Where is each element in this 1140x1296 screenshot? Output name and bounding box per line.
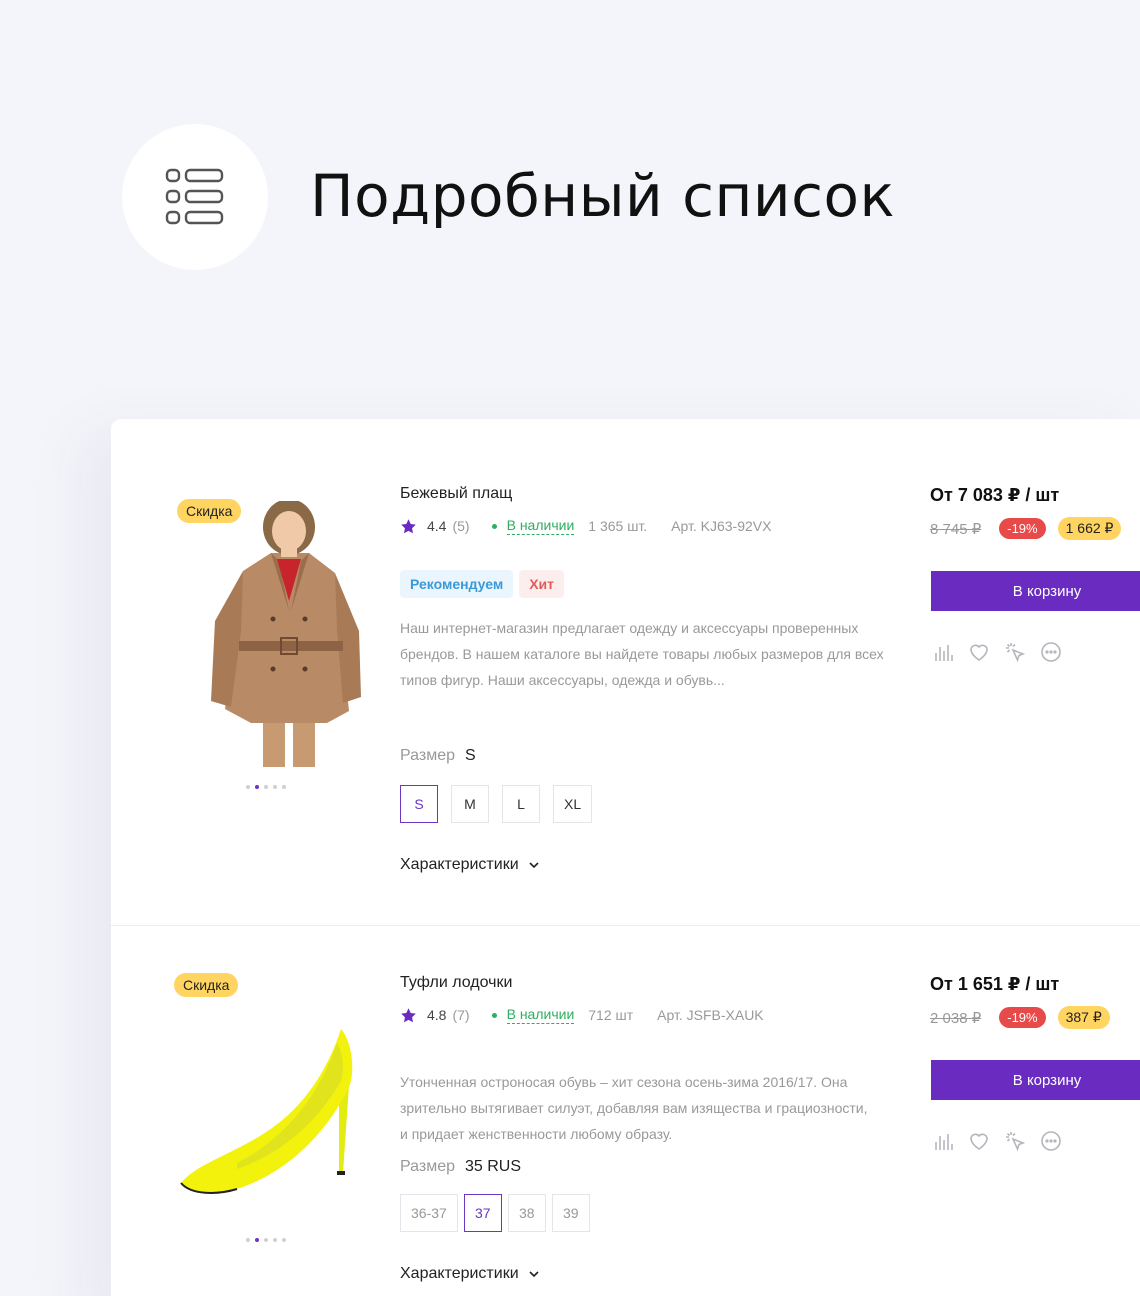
detailed-list-icon	[165, 168, 224, 225]
article-number: Арт. JSFB-XAUK	[657, 1007, 764, 1023]
characteristics-toggle[interactable]: Характеристики	[400, 856, 539, 874]
product-actions	[932, 1130, 1062, 1152]
size-option-l[interactable]: L	[502, 785, 540, 823]
product-list-panel: Скидка Бежевый плащ 4.4 (5) В наличии 1 …	[111, 419, 1140, 1296]
article-number: Арт. KJ63-92VX	[671, 518, 772, 534]
characteristics-label: Характеристики	[400, 1265, 519, 1282]
stock-status[interactable]: В наличии	[506, 517, 575, 535]
add-to-cart-button[interactable]: В корзину	[931, 1060, 1140, 1100]
selected-size-value: S	[465, 747, 476, 764]
size-option-xl[interactable]: XL	[553, 785, 593, 823]
size-option-39[interactable]: 39	[551, 1194, 590, 1232]
size-option-s[interactable]: S	[400, 785, 438, 823]
star-icon	[401, 1007, 416, 1022]
quick-order-click-icon[interactable]	[1004, 1130, 1026, 1152]
chevron-down-icon	[529, 1271, 539, 1278]
stock-dot-icon	[491, 1012, 497, 1018]
rating-count: (7)	[452, 1007, 470, 1023]
price-details: 8 745 ₽ -19% 1 662 ₽	[930, 517, 1122, 540]
product-card: Скидка Туфли лодочки 4.8 (7) В наличии 7…	[111, 927, 1140, 1296]
favorite-heart-icon[interactable]	[968, 1130, 990, 1152]
star-icon	[401, 518, 416, 533]
characteristics-toggle[interactable]: Характеристики	[400, 1265, 539, 1283]
product-description: Наш интернет-магазин предлагает одежду и…	[400, 620, 884, 688]
chevron-down-icon	[529, 862, 539, 869]
tag-recommended: Рекомендуем	[400, 570, 514, 598]
image-pagination[interactable]	[246, 785, 286, 789]
size-option-37[interactable]: 37	[463, 1194, 502, 1232]
product-description: Утонченная остроносая обувь – хит сезона…	[400, 1074, 868, 1142]
product-tags: Рекомендуем Хит	[400, 570, 564, 598]
more-options-icon[interactable]	[1040, 1130, 1062, 1152]
image-pagination[interactable]	[246, 1238, 286, 1242]
price-details: 2 038 ₽ -19% 387 ₽	[930, 1006, 1110, 1029]
tag-hit: Хит	[519, 570, 564, 598]
discount-badge: -19%	[999, 518, 1046, 539]
product-name[interactable]: Бежевый плащ	[400, 485, 512, 503]
product-name[interactable]: Туфли лодочки	[400, 974, 512, 992]
size-label: Размер 35 RUS	[400, 1158, 522, 1175]
compare-icon[interactable]	[932, 641, 954, 663]
selected-size-value: 35 RUS	[465, 1158, 522, 1175]
product-price: От 1 651 ₽ / шт	[930, 974, 1060, 994]
discount-badge: -19%	[999, 1007, 1046, 1028]
product-meta: 4.8 (7) В наличии 712 шт Арт. JSFB-XAUK	[400, 1006, 764, 1024]
more-options-icon[interactable]	[1040, 641, 1062, 663]
savings-badge: 1 662 ₽	[1057, 517, 1122, 540]
rating-count: (5)	[452, 518, 470, 534]
savings-badge: 387 ₽	[1057, 1006, 1110, 1029]
size-selector: S M L XL	[400, 785, 593, 823]
old-price: 8 745 ₽	[930, 520, 982, 538]
product-actions	[932, 641, 1062, 663]
page-title: Подробный список	[310, 162, 896, 230]
product-card: Скидка Бежевый плащ 4.4 (5) В наличии 1 …	[111, 419, 1140, 926]
rating-value: 4.4	[427, 518, 447, 534]
product-price: От 7 083 ₽ / шт	[930, 485, 1060, 505]
sale-badge: Скидка	[174, 973, 239, 997]
add-to-cart-button[interactable]: В корзину	[931, 571, 1140, 611]
product-image-coat[interactable]	[201, 501, 371, 767]
size-option-m[interactable]: M	[451, 785, 489, 823]
size-option-36-37[interactable]: 36-37	[400, 1194, 458, 1232]
product-meta: 4.4 (5) В наличии 1 365 шт. Арт. KJ63-92…	[400, 517, 771, 535]
size-option-38[interactable]: 38	[507, 1194, 546, 1232]
favorite-heart-icon[interactable]	[968, 641, 990, 663]
quick-order-click-icon[interactable]	[1004, 641, 1026, 663]
stock-status[interactable]: В наличии	[506, 1006, 575, 1024]
view-mode-icon-circle	[122, 124, 268, 270]
size-selector: 36-37 37 38 39	[400, 1194, 590, 1232]
stock-dot-icon	[491, 523, 497, 529]
size-label: Размер S	[400, 747, 476, 764]
rating-value: 4.8	[427, 1007, 447, 1023]
stock-quantity: 1 365 шт.	[588, 518, 648, 534]
product-image-shoes[interactable]	[177, 1023, 373, 1203]
compare-icon[interactable]	[932, 1130, 954, 1152]
stock-quantity: 712 шт	[588, 1007, 634, 1023]
characteristics-label: Характеристики	[400, 856, 519, 873]
old-price: 2 038 ₽	[930, 1009, 982, 1027]
